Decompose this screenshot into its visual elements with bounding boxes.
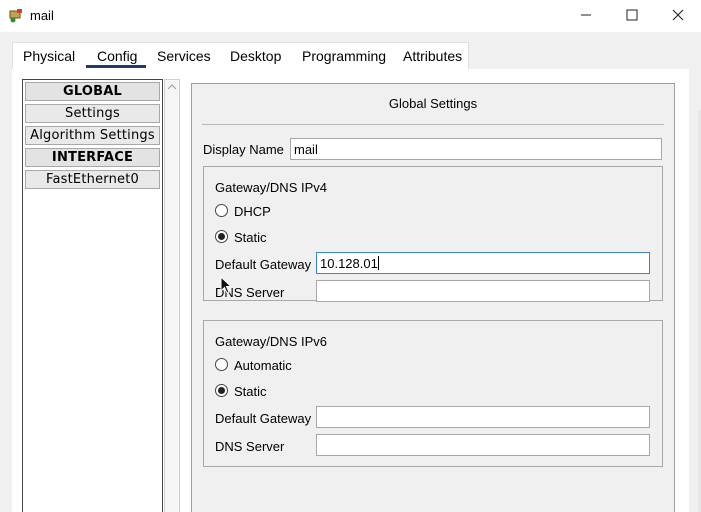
- sidebar-item-settings[interactable]: Settings: [25, 104, 160, 123]
- global-settings-panel: Global Settings Display Name mail Gatewa…: [191, 83, 675, 512]
- close-button[interactable]: [655, 0, 701, 30]
- ipv6-static-radio[interactable]: [215, 384, 228, 397]
- minimize-button[interactable]: [563, 0, 609, 30]
- tab-programming[interactable]: Programming: [302, 48, 386, 64]
- ipv6-dns-label: DNS Server: [215, 439, 285, 454]
- title-bar: mail: [0, 0, 701, 32]
- ipv6-automatic-radio[interactable]: [215, 358, 228, 371]
- ipv4-group: Gateway/DNS IPv4 DHCP Static Default Gat…: [203, 166, 663, 302]
- ipv4-static-radio[interactable]: [215, 230, 228, 243]
- tab-attributes[interactable]: Attributes: [403, 48, 462, 64]
- tab-config[interactable]: Config: [97, 48, 137, 64]
- ipv6-group-label: Gateway/DNS IPv6: [215, 334, 327, 349]
- display-name-field[interactable]: mail: [290, 138, 662, 160]
- settings-title: Global Settings: [388, 96, 478, 111]
- sidebar: GLOBAL Settings Algorithm Settings INTER…: [22, 79, 163, 512]
- tab-desktop[interactable]: Desktop: [230, 48, 281, 64]
- sidebar-header-interface: INTERFACE: [25, 148, 160, 167]
- ipv4-dhcp-label[interactable]: DHCP: [234, 204, 271, 219]
- ipv4-group-label: Gateway/DNS IPv4: [215, 180, 327, 195]
- ipv4-static-label[interactable]: Static: [234, 230, 267, 245]
- ipv6-automatic-label[interactable]: Automatic: [234, 358, 292, 373]
- ipv4-dhcp-radio[interactable]: [215, 204, 228, 217]
- maximize-button[interactable]: [609, 0, 655, 30]
- sidebar-scrollbar[interactable]: [164, 79, 180, 512]
- ipv4-gateway-field[interactable]: 10.128.01: [316, 252, 650, 274]
- ipv6-dns-field[interactable]: [316, 434, 650, 456]
- ipv6-gateway-field[interactable]: [316, 406, 650, 428]
- minimize-icon: [581, 14, 591, 16]
- ipv4-gateway-label: Default Gateway: [215, 257, 312, 272]
- ipv4-dns-field[interactable]: [316, 280, 650, 302]
- display-name-label: Display Name: [203, 142, 284, 157]
- maximize-icon: [626, 9, 638, 21]
- text-caret: [377, 256, 379, 270]
- sidebar-item-fastethernet0[interactable]: FastEthernet0: [25, 170, 160, 189]
- tab-bar: Physical Config Services Desktop Program…: [12, 42, 469, 70]
- sidebar-item-algorithm-settings[interactable]: Algorithm Settings: [25, 126, 160, 145]
- ipv6-gateway-label: Default Gateway: [215, 411, 312, 426]
- ipv4-gateway-value: 10.128.01: [320, 256, 378, 271]
- divider: [202, 124, 664, 125]
- window-title: mail: [30, 8, 54, 23]
- mouse-cursor-icon: [220, 276, 232, 294]
- close-icon: [672, 9, 684, 21]
- app-icon: [9, 9, 22, 23]
- tab-services[interactable]: Services: [157, 48, 211, 64]
- ipv6-group: Gateway/DNS IPv6 Automatic Static Defaul…: [203, 320, 663, 467]
- tab-physical[interactable]: Physical: [23, 48, 75, 64]
- scroll-up-icon[interactable]: [167, 82, 177, 92]
- ipv6-static-label[interactable]: Static: [234, 384, 267, 399]
- sidebar-header-global: GLOBAL: [25, 82, 160, 101]
- config-panel: GLOBAL Settings Algorithm Settings INTER…: [12, 69, 689, 512]
- active-tab-indicator: [86, 65, 146, 68]
